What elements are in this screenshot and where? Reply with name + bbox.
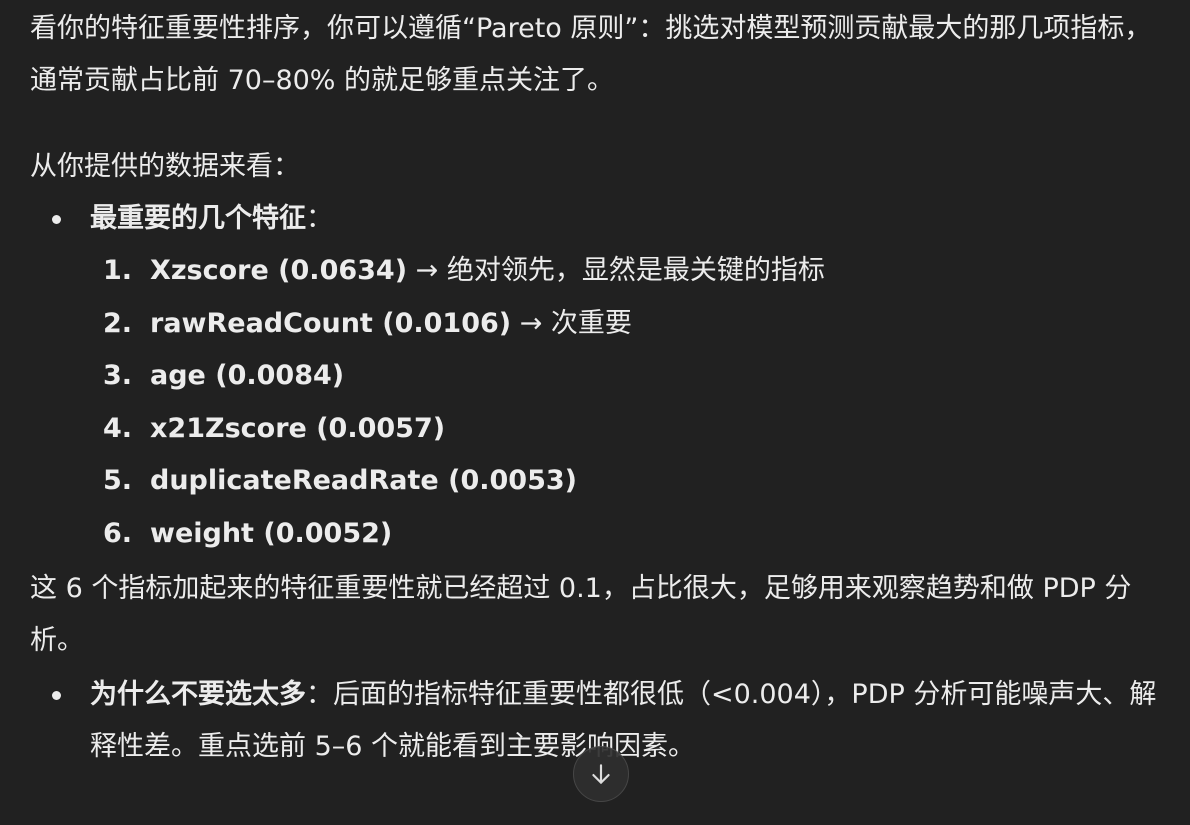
feature-name: Xzscore (0.0634) (150, 255, 408, 286)
feature-name: duplicateReadRate (0.0053) (150, 465, 577, 497)
arrow-down-icon (592, 764, 610, 784)
list-item: 5. duplicateReadRate (0.0053) (90, 455, 1170, 508)
feature-list: 1. Xzscore (0.0634) → 绝对领先，显然是最关键的指标 2. … (90, 245, 1170, 561)
feature-name: rawReadCount (0.0106) (150, 307, 512, 339)
why-not-more-label: 为什么不要选太多 (90, 678, 306, 710)
bullet-most-important: 最重要的几个特征： 1. Xzscore (0.0634) → 绝对领先，显然是… (30, 193, 1170, 561)
list-number: 6. (103, 517, 133, 549)
bullet-dot (52, 690, 61, 700)
list-item: 6. weight (0.0052) (90, 508, 1170, 561)
list-item: 3. age (0.0084) (90, 350, 1170, 403)
colon: ： (306, 203, 333, 234)
data-lead-paragraph: 从你提供的数据来看： (30, 151, 300, 182)
feature-name: age (0.0084) (150, 360, 345, 392)
list-number: 2. (103, 307, 133, 339)
feature-note: → 次重要 (511, 307, 632, 339)
list-number: 3. (103, 360, 133, 392)
feature-name: weight (0.0052) (150, 517, 393, 549)
bullet-dot (52, 215, 61, 224)
feature-name: x21Zscore (0.0057) (150, 412, 446, 444)
list-number: 4. (103, 412, 133, 444)
intro-paragraph: 看你的特征重要性排序，你可以遵循“Pareto 原则”：挑选对模型预测贡献最大的… (30, 13, 1152, 96)
message-content: 看你的特征重要性排序，你可以遵循“Pareto 原则”：挑选对模型预测贡献最大的… (30, 3, 1170, 773)
list-number: 1. (103, 255, 133, 286)
bullet-list: 最重要的几个特征： 1. Xzscore (0.0634) → 绝对领先，显然是… (30, 193, 1170, 561)
feature-note: → 绝对领先，显然是最关键的指标 (407, 255, 825, 286)
most-important-label: 最重要的几个特征 (90, 203, 306, 234)
list-item: 1. Xzscore (0.0634) → 绝对领先，显然是最关键的指标 (90, 245, 1170, 298)
summary-paragraph: 这 6 个指标加起来的特征重要性就已经超过 0.1，占比很大，足够用来观察趋势和… (30, 572, 1132, 656)
list-item: 4. x21Zscore (0.0057) (90, 403, 1170, 456)
scroll-to-bottom-button[interactable] (573, 746, 629, 802)
list-number: 5. (103, 465, 133, 497)
list-item: 2. rawReadCount (0.0106) → 次重要 (90, 298, 1170, 351)
